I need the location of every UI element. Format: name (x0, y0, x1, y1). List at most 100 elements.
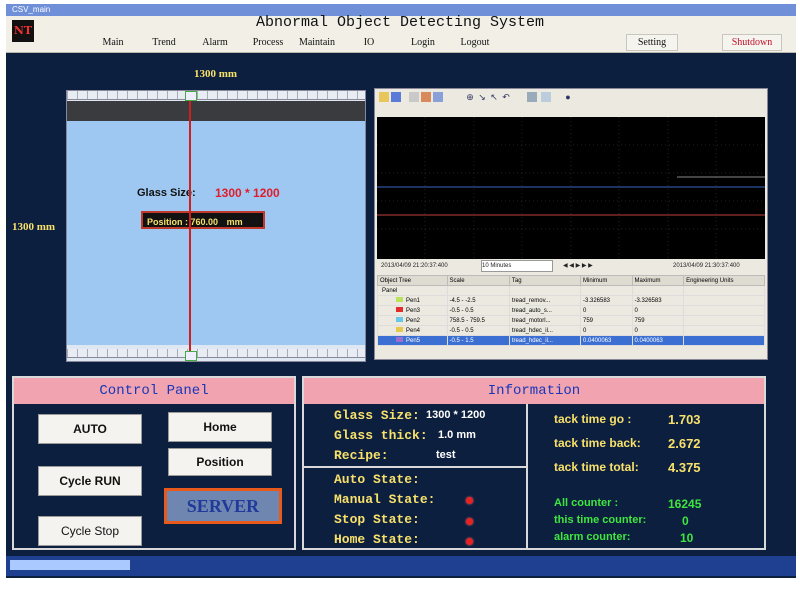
time-range-select[interactable]: 10 Minutes (481, 260, 553, 272)
playback-controls-icon[interactable]: ◀ ◀ ▶ ▶ ▶ (563, 259, 593, 273)
position-display: Position : 760.00 mm (141, 211, 265, 229)
table-row[interactable]: Pen3 -0.5 - 0.5 tread_auto_s... 0 0 (377, 305, 765, 316)
this-time-counter-value: 0 (682, 514, 689, 528)
status-progress (10, 560, 130, 570)
chart-toolbar: ⊕ ↘ ↖ ↶ ● (375, 89, 767, 107)
manual-state-label: Manual State: (334, 492, 436, 507)
menu-login[interactable]: Login (404, 34, 442, 51)
information-title: Information (304, 378, 764, 404)
table-cell-units (683, 305, 765, 316)
table-cell-name: Pen5 (377, 335, 448, 346)
table-row[interactable]: Pen4 -0.5 - 0.5 tread_hdec_il... 0 0 (377, 325, 765, 336)
table-cell-tag (508, 285, 581, 296)
menu-alarm[interactable]: Alarm (196, 34, 234, 51)
col-maximum[interactable]: Maximum (631, 275, 685, 286)
start-time[interactable]: 2013/04/09 21:20:37:400 (381, 259, 448, 273)
menu-main[interactable]: Main (95, 34, 131, 51)
setting-button[interactable]: Setting (626, 34, 678, 51)
end-time[interactable]: 2013/04/09 21:30:37:400 (673, 259, 740, 273)
info-divider-vertical (526, 404, 528, 548)
col-engineering-units[interactable]: Engineering Units (683, 275, 765, 286)
print-icon[interactable] (409, 92, 419, 102)
menu-maintain[interactable]: Maintain (292, 34, 342, 51)
help-icon[interactable]: ● (563, 92, 573, 102)
col-tag[interactable]: Tag (508, 275, 581, 286)
open-icon[interactable] (379, 92, 389, 102)
shutdown-button[interactable]: Shutdown (722, 34, 782, 51)
server-button[interactable]: SERVER (164, 488, 282, 524)
table-cell-name: Pen3 (377, 305, 448, 316)
recipe-label: Recipe: (334, 448, 389, 463)
height-label: 1300 mm (12, 221, 56, 233)
tack-time-back-label: tack time back: (554, 436, 641, 450)
width-label: 1300 mm (194, 68, 238, 80)
glass-size-value: 1300 * 1200 (215, 186, 280, 200)
bottom-ruler (67, 349, 365, 358)
table-row[interactable]: Panel (377, 285, 765, 296)
glass-thick-value: 1.0 mm (438, 429, 476, 441)
menu-logout[interactable]: Logout (454, 34, 496, 51)
tack-time-total-label: tack time total: (554, 460, 639, 474)
manual-state-indicator-icon (466, 497, 473, 504)
all-counter-label: All counter : (554, 497, 619, 509)
scan-handle-top-icon[interactable] (185, 91, 197, 101)
app-title: Abnormal Object Detecting System (255, 14, 545, 31)
top-ruler (67, 91, 365, 100)
home-button[interactable]: Home (168, 412, 272, 442)
cycle-run-button[interactable]: Cycle RUN (38, 466, 142, 496)
menu-io[interactable]: IO (356, 34, 382, 51)
copy-icon[interactable] (421, 92, 431, 102)
tack-time-total-value: 4.375 (668, 460, 701, 475)
auto-button[interactable]: AUTO (38, 414, 142, 444)
menu-trend[interactable]: Trend (145, 34, 183, 51)
stop-state-label: Stop State: (334, 512, 420, 527)
save-icon[interactable] (391, 92, 401, 102)
table-cell-name: Pen1 (377, 295, 448, 306)
table-cell-name: Panel (377, 285, 448, 296)
pen-color-swatch-icon (396, 327, 403, 332)
table-cell-min: 759 (579, 315, 633, 326)
table-cell-scale: -4.5 - -2.5 (446, 295, 510, 306)
position-button[interactable]: Position (168, 448, 272, 476)
info-glass-size-value: 1300 * 1200 (426, 409, 486, 421)
zoom-icon[interactable]: ⊕ (465, 92, 475, 102)
cursor-icon[interactable]: ↖ (489, 92, 499, 102)
pen-color-swatch-icon (396, 307, 403, 312)
col-object-tree[interactable]: Object Tree (377, 275, 448, 286)
grid-icon[interactable] (527, 92, 537, 102)
glass-panel: Glass Size: 1300 * 1200 Position : 760.0… (67, 121, 365, 345)
recipe-value: test (436, 449, 456, 461)
scan-handle-bottom-icon[interactable] (185, 351, 197, 361)
pen-name: Pen5 (406, 338, 421, 344)
table-row[interactable]: Pen2 758.5 - 759.5 tread_motorl... 759 759 (377, 315, 765, 326)
table-cell-max: -3.326583 (631, 295, 685, 306)
position-value: 760.00 (190, 217, 219, 227)
glass-thick-label: Glass thick: (334, 428, 428, 443)
home-state-label: Home State: (334, 532, 420, 547)
scan-line[interactable] (189, 91, 191, 361)
pan-icon[interactable]: ↘ (477, 92, 487, 102)
undo-icon[interactable]: ↶ (501, 92, 511, 102)
table-cell-scale: 758.5 - 759.5 (446, 315, 510, 326)
table-cell-units (683, 295, 765, 306)
paste-icon[interactable] (433, 92, 443, 102)
trend-plot[interactable] (377, 117, 765, 259)
control-panel-title: Control Panel (14, 378, 294, 404)
tack-time-go-value: 1.703 (668, 412, 701, 427)
export-icon[interactable] (541, 92, 551, 102)
table-cell-scale: -0.5 - 0.5 (446, 305, 510, 316)
menu-process[interactable]: Process (246, 34, 290, 51)
pen-color-swatch-icon (396, 337, 403, 342)
cycle-stop-button[interactable]: Cycle Stop (38, 516, 142, 546)
table-cell-units (683, 325, 765, 336)
table-row[interactable]: Pen5 -0.5 - 1.5 tread_hdec_il... 0.0400063 0… (377, 335, 765, 346)
col-scale[interactable]: Scale (446, 275, 510, 286)
table-cell-units (683, 315, 765, 326)
table-cell-min: 0 (579, 325, 633, 336)
table-cell-tag: tread_hdec_il... (508, 335, 581, 346)
col-minimum[interactable]: Minimum (579, 275, 633, 286)
table-row[interactable]: Pen1 -4.5 - -2.5 tread_remov... -3.326583 -3… (377, 295, 765, 306)
table-cell-units (683, 335, 765, 346)
home-state-indicator-icon (466, 538, 473, 545)
info-glass-size-label: Glass Size: (334, 408, 420, 423)
